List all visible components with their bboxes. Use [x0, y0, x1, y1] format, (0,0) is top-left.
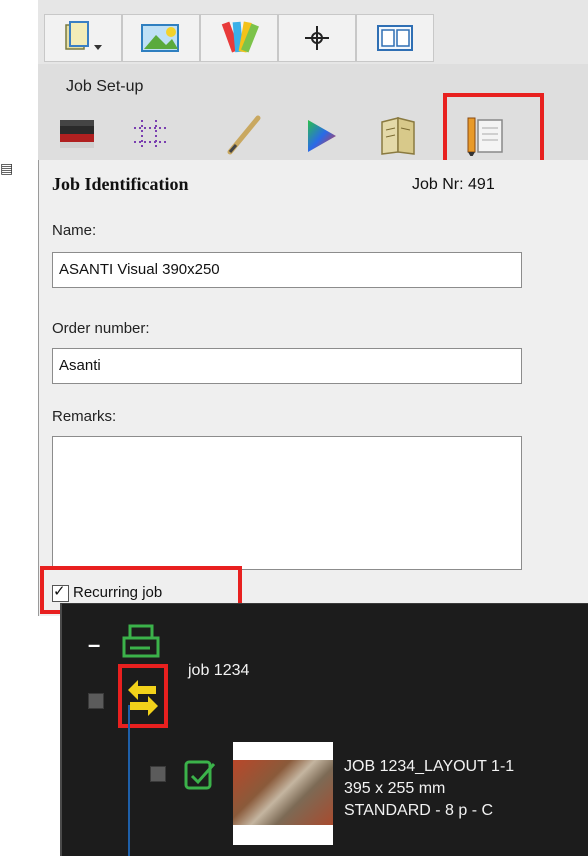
job-identification-title: Job Identification [52, 174, 189, 194]
color-swatches-icon [221, 21, 259, 53]
remarks-textarea[interactable] [52, 436, 522, 570]
subtool-media[interactable] [56, 112, 100, 156]
remarks-label: Remarks: [52, 408, 117, 425]
grid-marks-icon [134, 120, 166, 150]
job-number: Job Nr: 491 [412, 176, 495, 193]
layout-description: STANDARD - 8 p - C [344, 802, 494, 819]
book-pages-icon [381, 117, 415, 155]
job-name[interactable]: job 1234 [188, 662, 249, 680]
order-number-label: Order number: [52, 320, 150, 337]
tab-image[interactable] [122, 14, 200, 62]
layout-select-checkbox[interactable] [150, 766, 166, 782]
pen-icon [227, 115, 261, 155]
layout-size: 395 x 255 mm [344, 780, 446, 797]
job-select-checkbox[interactable] [88, 693, 104, 709]
image-place-icon [141, 24, 179, 52]
layout-status-icon [184, 760, 216, 790]
crosshair-icon [305, 26, 329, 50]
layout-panels-icon [377, 25, 413, 51]
panel-handle-icon: ▤ [0, 160, 14, 176]
tab-colors[interactable] [200, 14, 278, 62]
job-setup-label: Job Set-up [66, 78, 144, 95]
highlight-recurring-icon [118, 664, 168, 728]
order-number-input[interactable]: Asanti [52, 348, 522, 384]
collapse-toggle[interactable]: – [88, 632, 100, 658]
color-profile-icon [308, 120, 336, 152]
subtool-marks[interactable] [126, 112, 170, 156]
document-dropdown-icon [65, 21, 102, 50]
layout-name: JOB 1234_LAYOUT 1-1 [344, 758, 515, 775]
name-input[interactable]: ASANTI Visual 390x250 [52, 252, 522, 288]
subtool-color-profile[interactable] [298, 112, 342, 156]
media-stack-icon [60, 120, 94, 148]
layout-thumbnail-image [233, 760, 333, 825]
subtool-pen[interactable] [222, 112, 266, 156]
name-label: Name: [52, 222, 97, 239]
tab-document[interactable] [44, 14, 122, 62]
tree-connector-line [128, 705, 130, 856]
tab-registration[interactable] [278, 14, 356, 62]
tab-layout[interactable] [356, 14, 434, 62]
subtool-book[interactable] [376, 112, 420, 156]
job-printer-icon [122, 624, 160, 658]
